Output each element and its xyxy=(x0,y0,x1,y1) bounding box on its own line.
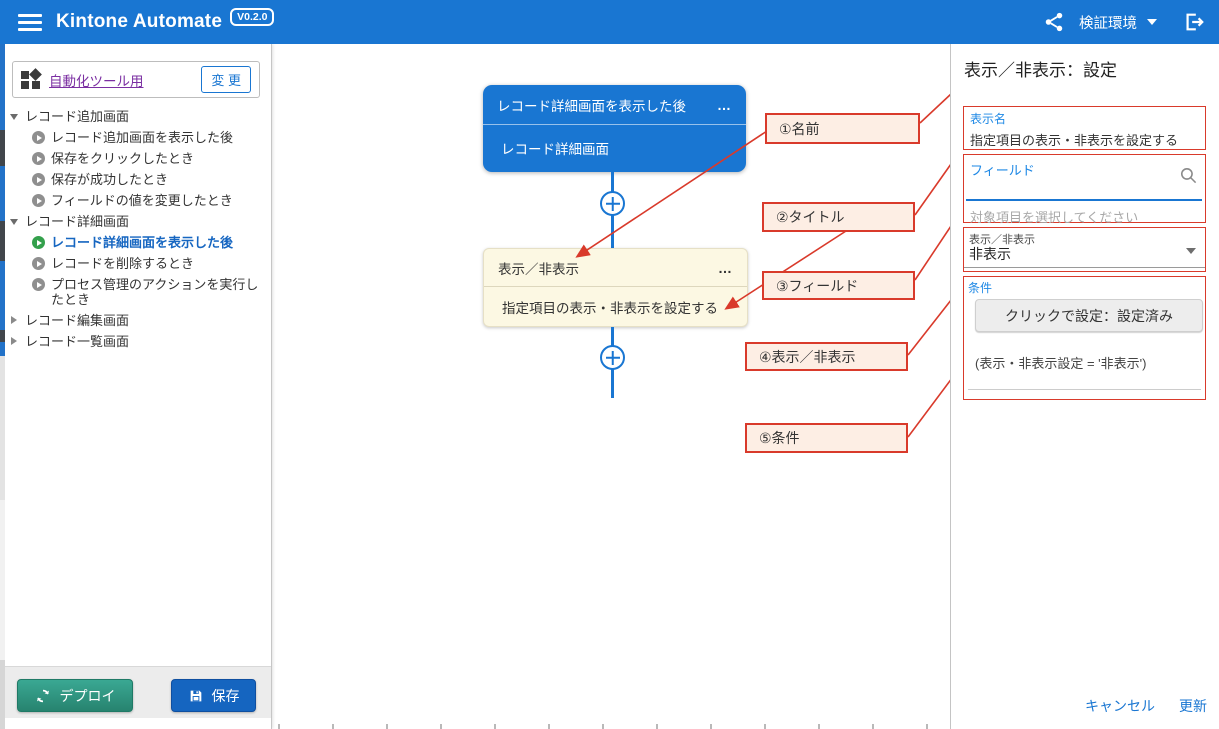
logout-icon[interactable] xyxy=(1183,11,1205,33)
tree-group-item[interactable]: レコード追加画面 xyxy=(4,106,267,127)
divider xyxy=(964,267,1205,268)
tree-event-item[interactable]: 保存が成功したとき xyxy=(4,169,267,190)
save-button[interactable]: 保存 xyxy=(171,679,256,712)
display-name-section: 表示名 指定項目の表示・非表示を設定する xyxy=(963,106,1206,150)
field-helper-text: 対象項目を選択してください xyxy=(970,207,1138,226)
page-minimap-strip xyxy=(0,44,5,729)
node-header: レコード詳細画面を表示した後 … xyxy=(483,85,746,125)
tree-item-label: レコード追加画面を表示した後 xyxy=(51,130,263,145)
chevron-right-icon xyxy=(11,337,17,345)
node-title: 表示／非表示 xyxy=(498,258,579,278)
condition-section: 条件 クリックで設定：設定済み (表示・非表示設定 = '非表示') xyxy=(963,276,1206,400)
floppy-disk-icon xyxy=(188,688,204,704)
chevron-down-icon xyxy=(10,219,18,225)
header-right-group: 検証環境 xyxy=(1043,11,1205,33)
play-circle-icon xyxy=(32,152,45,165)
node-menu-icon[interactable]: … xyxy=(718,260,733,276)
visibility-select[interactable]: 表示／非表示 非表示 xyxy=(963,227,1206,272)
deploy-button-label: デプロイ xyxy=(60,686,116,706)
tree-group-item[interactable]: レコード詳細画面 xyxy=(4,211,267,232)
update-button[interactable]: 更新 xyxy=(1179,696,1207,716)
app-name-link[interactable]: 自動化ツール用 xyxy=(49,70,144,90)
annotation-field: ③フィールド xyxy=(762,271,915,300)
environment-selector[interactable]: 検証環境 xyxy=(1079,12,1137,33)
tree-item-label: レコード編集画面 xyxy=(25,313,263,328)
add-step-icon[interactable] xyxy=(600,345,625,370)
condition-expression: (表示・非表示設定 = '非表示') xyxy=(975,353,1146,372)
visibility-value: 非表示 xyxy=(969,244,1011,264)
node-subtitle: レコード詳細画面 xyxy=(483,125,746,171)
app-selector: 自動化ツール用 変 更 xyxy=(12,61,260,98)
node-title: レコード詳細画面を表示した後 xyxy=(497,95,686,115)
tree-item-label: レコードを削除するとき xyxy=(51,256,263,271)
condition-set-button[interactable]: クリックで設定：設定済み xyxy=(975,299,1203,332)
version-badge: V0.2.0 xyxy=(230,8,274,26)
dropdown-caret-icon[interactable] xyxy=(1186,248,1196,254)
top-header-bar: Kintone Automate V0.2.0 検証環境 xyxy=(0,0,1219,44)
flow-node-action[interactable]: 表示／非表示 … 指定項目の表示・非表示を設定する xyxy=(483,248,748,327)
display-name-label: 表示名 xyxy=(970,110,1199,127)
share-icon[interactable] xyxy=(1043,11,1065,33)
save-button-label: 保存 xyxy=(212,686,240,706)
tree-item-label: レコード一覧画面 xyxy=(25,334,263,349)
play-circle-icon xyxy=(32,131,45,144)
play-circle-icon xyxy=(32,173,45,186)
settings-panel: 表示／非表示：設定 表示名 指定項目の表示・非表示を設定する フィールド 対象項… xyxy=(950,44,1219,729)
annotation-visibility: ④表示／非表示 xyxy=(745,342,908,371)
panel-actions: キャンセル 更新 xyxy=(1085,696,1207,716)
annotation-name: ①名前 xyxy=(765,113,920,144)
play-circle-icon xyxy=(32,257,45,270)
tree-item-label: プロセス管理のアクションを実行したとき xyxy=(51,277,263,307)
tree-item-label: レコード追加画面 xyxy=(25,109,263,124)
tree-event-item[interactable]: 保存をクリックしたとき xyxy=(4,148,267,169)
play-circle-icon xyxy=(32,236,45,249)
flow-node-trigger[interactable]: レコード詳細画面を表示した後 … レコード詳細画面 xyxy=(483,85,746,172)
sidebar-footer: デプロイ 保存 xyxy=(0,666,271,718)
cancel-button[interactable]: キャンセル xyxy=(1085,696,1155,716)
chevron-right-icon xyxy=(11,316,17,324)
node-subtitle: 指定項目の表示・非表示を設定する xyxy=(484,287,747,326)
annotation-title: ②タイトル xyxy=(762,202,915,232)
app-root: Kintone Automate V0.2.0 検証環境 自動化ツール用 変 更… xyxy=(0,0,1219,729)
tree-group-item[interactable]: レコード編集画面 xyxy=(4,310,267,331)
tree-group-item[interactable]: レコード一覧画面 xyxy=(4,331,267,352)
tree-item-label: 保存が成功したとき xyxy=(51,172,263,187)
tree-event-item[interactable]: フィールドの値を変更したとき xyxy=(4,190,267,211)
sync-icon xyxy=(35,688,51,704)
node-header: 表示／非表示 … xyxy=(484,249,747,287)
display-name-value[interactable]: 指定項目の表示・非表示を設定する xyxy=(970,130,1199,149)
node-menu-icon[interactable]: … xyxy=(717,97,732,113)
play-circle-icon xyxy=(32,278,45,291)
add-step-icon[interactable] xyxy=(600,191,625,216)
field-label: フィールド xyxy=(970,160,1035,179)
field-search-input[interactable] xyxy=(966,179,1202,201)
tree-item-label: 保存をクリックしたとき xyxy=(51,151,263,166)
tree-event-item[interactable]: プロセス管理のアクションを実行したとき xyxy=(4,274,267,310)
play-circle-icon xyxy=(32,194,45,207)
chevron-down-icon xyxy=(10,114,18,120)
tree-event-item[interactable]: レコードを削除するとき xyxy=(4,253,267,274)
field-section: フィールド 対象項目を選択してください xyxy=(963,154,1206,223)
tree-item-label: レコード詳細画面 xyxy=(25,214,263,229)
tree-item-label: レコード詳細画面を表示した後 xyxy=(51,235,263,250)
sidebar: 自動化ツール用 変 更 レコード追加画面レコード追加画面を表示した後保存をクリッ… xyxy=(0,44,272,729)
sidebar-tree: レコード追加画面レコード追加画面を表示した後保存をクリックしたとき保存が成功した… xyxy=(4,106,267,352)
deploy-button[interactable]: デプロイ xyxy=(17,679,133,712)
tree-event-item[interactable]: レコード詳細画面を表示した後 xyxy=(4,232,267,253)
change-app-button[interactable]: 変 更 xyxy=(201,66,251,93)
chevron-down-icon[interactable] xyxy=(1147,19,1157,25)
panel-title: 表示／非表示：設定 xyxy=(964,56,1117,81)
tree-event-item[interactable]: レコード追加画面を表示した後 xyxy=(4,127,267,148)
condition-label: 条件 xyxy=(968,279,992,296)
app-title: Kintone Automate xyxy=(56,11,222,33)
divider xyxy=(968,389,1201,390)
hamburger-menu-icon[interactable] xyxy=(18,14,42,31)
tree-item-label: フィールドの値を変更したとき xyxy=(51,193,263,208)
app-grid-icon xyxy=(21,70,40,89)
annotation-condition: ⑤条件 xyxy=(745,423,908,453)
